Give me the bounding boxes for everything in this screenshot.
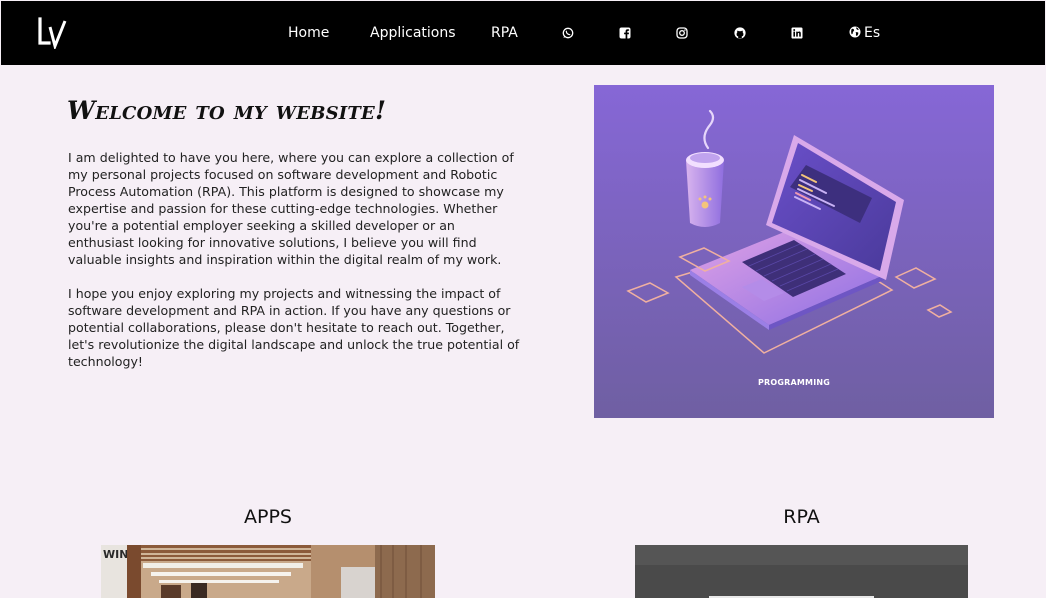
facebook-icon[interactable] — [619, 27, 631, 39]
hero-caption: PROGRAMMING — [757, 378, 831, 387]
rpa-photo — [635, 545, 968, 598]
language-label: Es — [864, 25, 881, 41]
office-photo: WIN — [101, 545, 435, 598]
apps-card-image[interactable]: WIN — [101, 545, 435, 598]
nav-rpa-link[interactable]: RPA — [491, 23, 518, 43]
instagram-icon[interactable] — [676, 27, 688, 39]
language-switcher[interactable]: Es — [849, 23, 880, 43]
github-icon[interactable] — [734, 27, 746, 39]
rpa-section-title: RPA — [783, 506, 820, 528]
top-navbar: Home Applications RPA Es — [1, 1, 1045, 65]
globe-icon — [849, 26, 861, 38]
apps-section-title: APPS — [244, 506, 292, 528]
site-logo[interactable] — [37, 17, 69, 49]
intro-paragraph-2: I hope you enjoy exploring my projects a… — [68, 286, 520, 369]
whatsapp-icon[interactable] — [562, 27, 574, 39]
rpa-card-image[interactable] — [635, 545, 968, 598]
nav-home-link[interactable]: Home — [288, 23, 329, 43]
programming-illustration: PROGRAMMING — [594, 85, 994, 418]
intro-paragraph-1: I am delighted to have you here, where y… — [68, 150, 514, 267]
nav-applications-link[interactable]: Applications — [370, 23, 456, 43]
linkedin-icon[interactable] — [791, 27, 803, 39]
welcome-heading: Welcome to my website! — [67, 96, 387, 125]
svg-text:WIN: WIN — [103, 548, 128, 561]
laptop-coffee-illustration — [594, 85, 994, 418]
